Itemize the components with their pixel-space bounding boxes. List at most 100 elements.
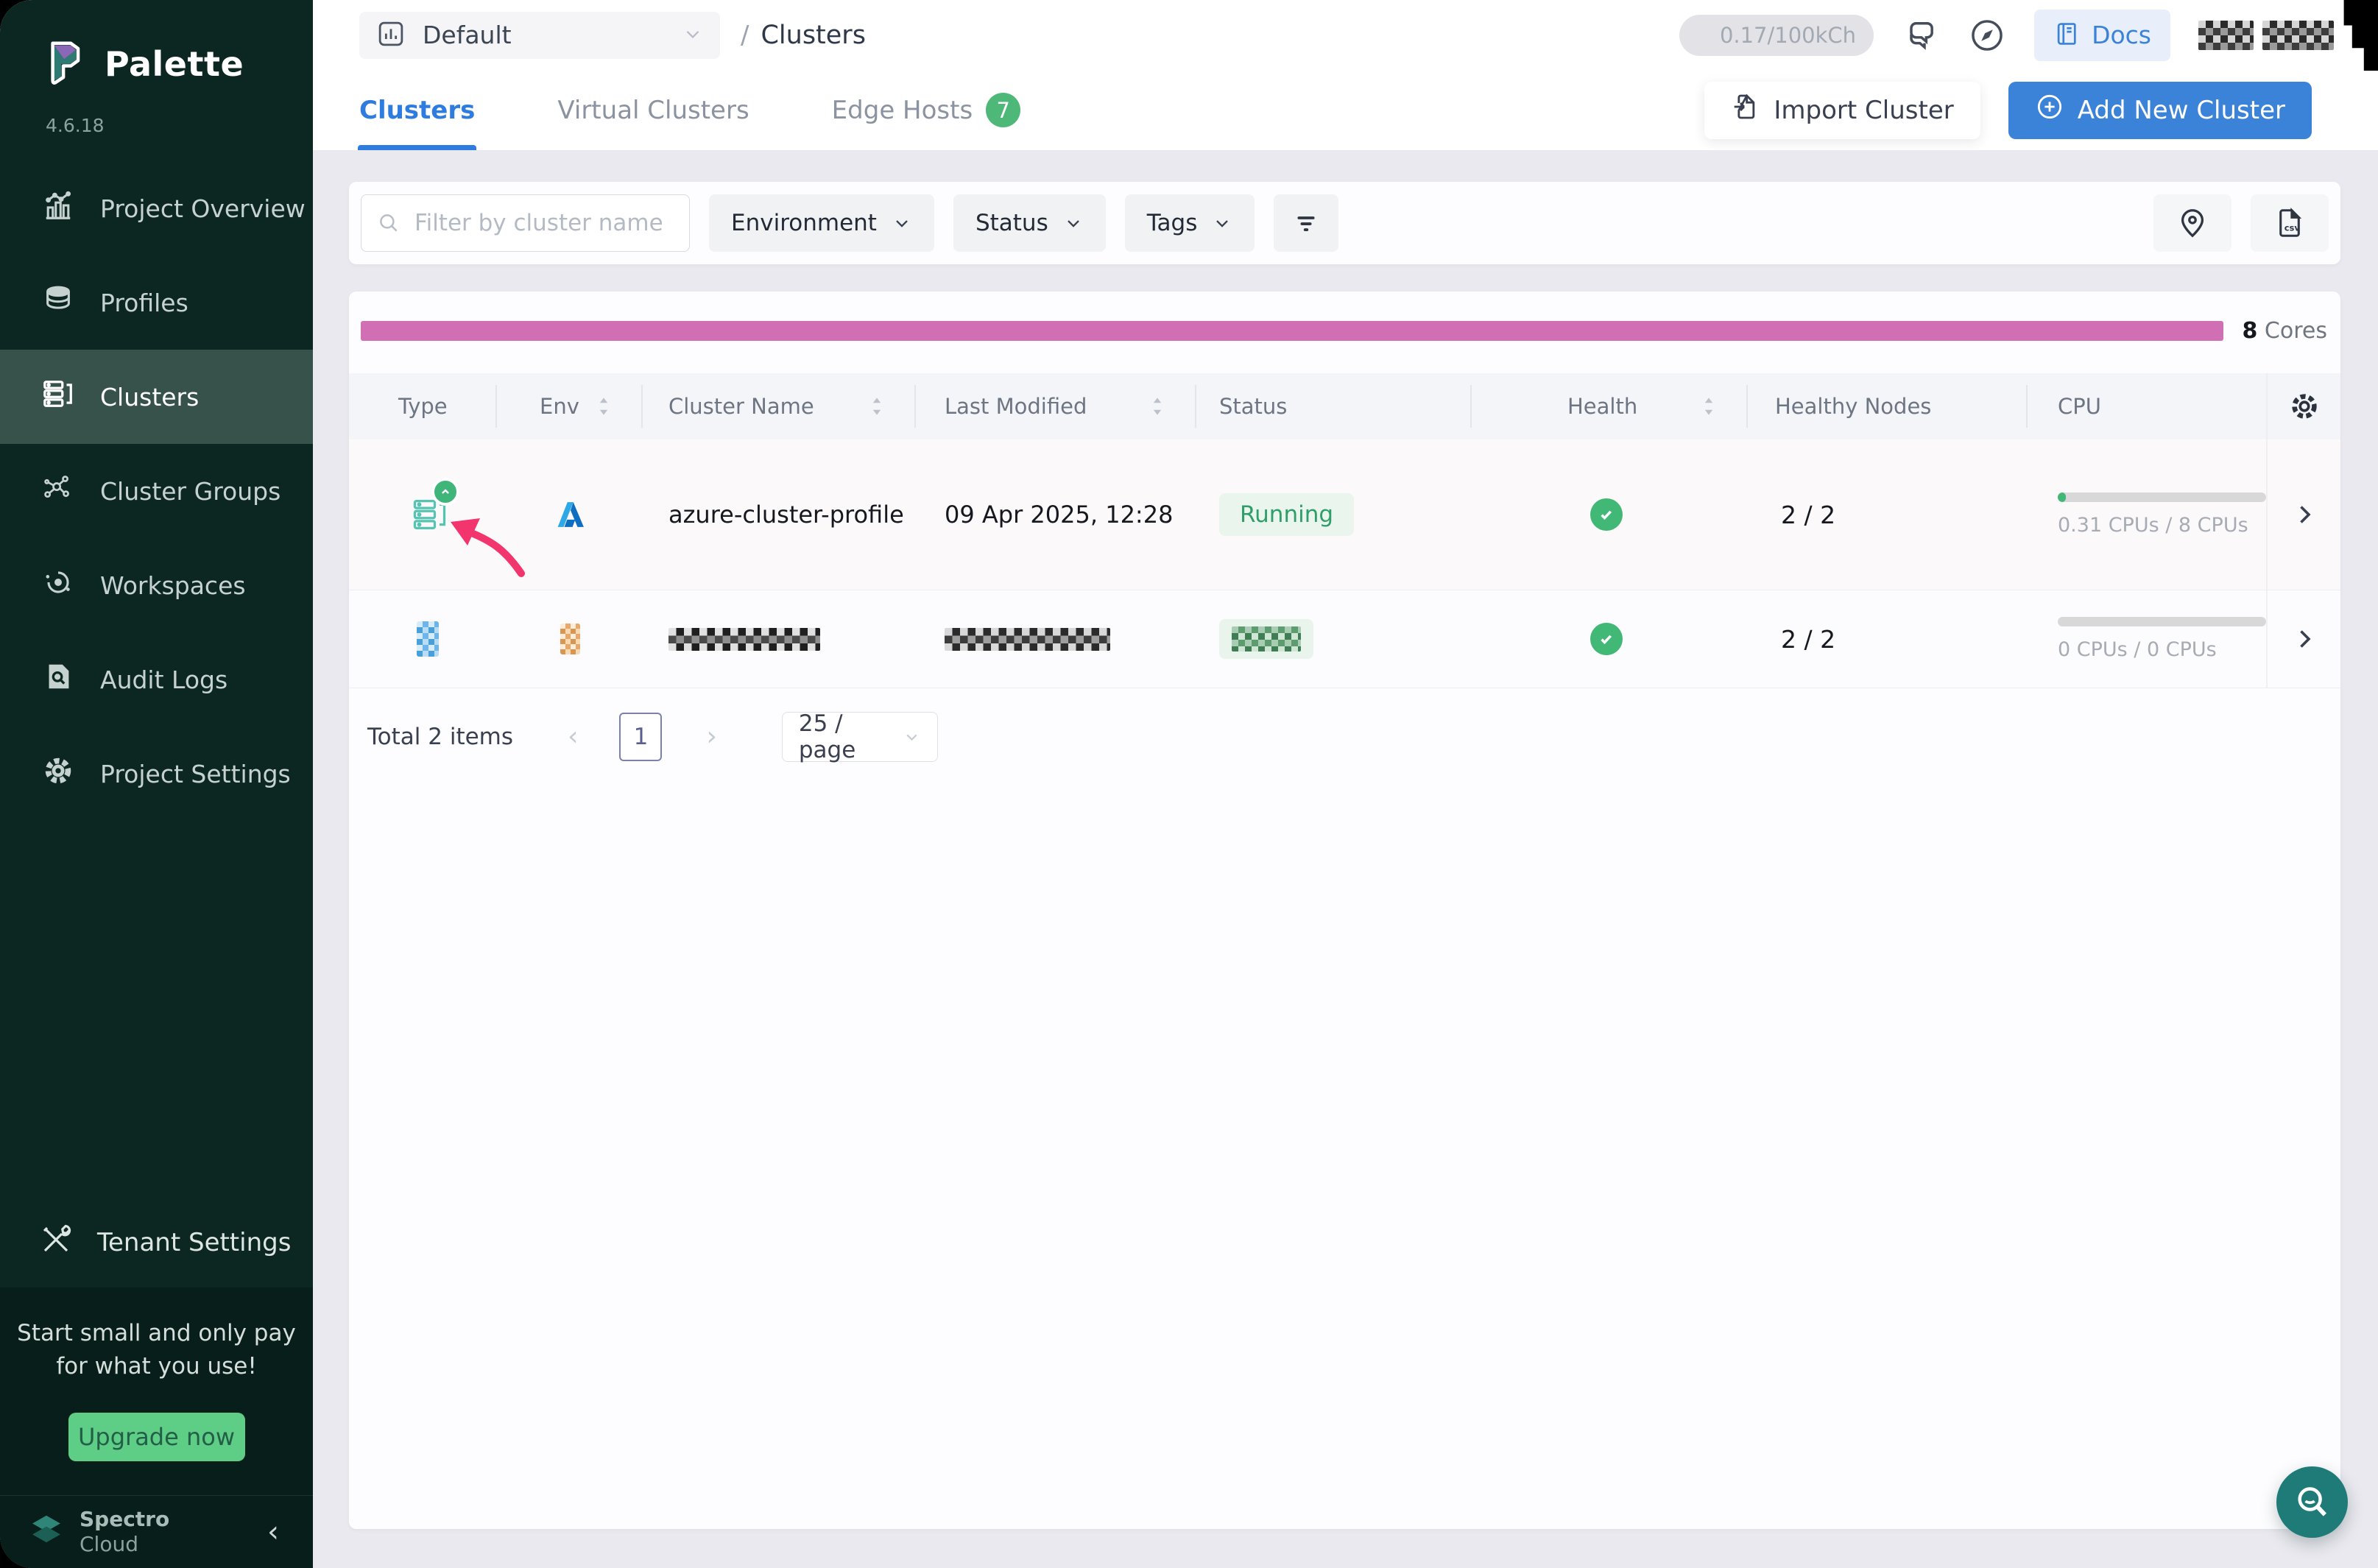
cpu-usage-text: 0.31 CPUs / 8 CPUs — [2058, 514, 2248, 537]
column-settings-cell — [2266, 373, 2340, 439]
cell-type — [349, 439, 497, 590]
export-csv-button[interactable]: csv — [2251, 194, 2329, 252]
table-row[interactable]: azure-cluster-profile 09 Apr 2025, 12:28… — [349, 439, 2340, 590]
table-header: Type Env Cluster Name Last Modified Stat… — [349, 373, 2340, 439]
user-name-redacted[interactable] — [2198, 21, 2334, 50]
filter-sort-icon — [1291, 208, 1322, 239]
sidebar-item-profiles[interactable]: Profiles — [0, 255, 313, 350]
layers-icon — [41, 283, 75, 322]
import-cluster-button[interactable]: Import Cluster — [1704, 82, 1980, 139]
sort-icon[interactable] — [869, 395, 885, 417]
cell-healthy-nodes: 2 / 2 — [1748, 439, 2028, 590]
sidebar-item-cluster-groups[interactable]: Cluster Groups — [0, 444, 313, 538]
tab-clusters[interactable]: Clusters — [359, 70, 475, 150]
sidebar-item-project-settings[interactable]: Project Settings — [0, 727, 313, 821]
col-health[interactable]: Health — [1472, 373, 1748, 439]
project-selector[interactable]: Default — [359, 12, 720, 59]
docs-button[interactable]: Docs — [2034, 10, 2170, 61]
sidebar-item-clusters[interactable]: Clusters — [0, 350, 313, 444]
col-last-modified[interactable]: Last Modified — [916, 373, 1196, 439]
pagination-next-icon[interactable]: › — [706, 724, 716, 750]
sidebar-item-project-overview[interactable]: Project Overview — [0, 161, 313, 255]
cell-cluster-name[interactable]: azure-cluster-profile — [643, 439, 916, 590]
sidebar-item-workspaces[interactable]: Workspaces — [0, 538, 313, 632]
breadcrumb: / Clusters — [741, 21, 866, 50]
row-expand-button[interactable] — [2266, 439, 2340, 590]
sidebar-item-label: Project Overview — [100, 194, 306, 223]
tags-filter[interactable]: Tags — [1125, 194, 1255, 252]
upgrade-line2: for what you use! — [15, 1350, 298, 1383]
app-name: Palette — [105, 44, 244, 84]
location-pin-icon — [2176, 206, 2209, 240]
col-env[interactable]: Env — [497, 373, 643, 439]
sort-icon[interactable] — [1149, 395, 1165, 417]
search-input[interactable] — [413, 209, 674, 237]
collapse-sidebar-icon[interactable]: ‹ — [267, 1517, 279, 1547]
table-row[interactable]: 2 / 2 0 CPUs / 0 CPUs — [349, 590, 2340, 688]
clusters-table-card: 8 Cores Type Env Cluster Name Last — [349, 292, 2340, 1529]
docs-label: Docs — [2092, 21, 2151, 49]
main-area: Default / Clusters 0.17/100kCh — [313, 0, 2378, 1568]
compass-icon[interactable] — [1968, 16, 2006, 54]
col-healthy-nodes[interactable]: Healthy Nodes — [1748, 373, 2028, 439]
pagination: Total 2 items ‹ 1 › 25 / page — [349, 688, 2340, 785]
col-type[interactable]: Type — [349, 373, 497, 439]
sidebar-item-label: Profiles — [100, 289, 188, 317]
sort-icon[interactable] — [1701, 395, 1717, 417]
cell-healthy-nodes: 2 / 2 — [1748, 590, 2028, 688]
bar-chart-icon — [41, 188, 75, 228]
col-status[interactable]: Status — [1196, 373, 1472, 439]
cores-label: 8 Cores — [2243, 318, 2328, 344]
sidebar-nav: Project Overview Profiles Cluste — [0, 161, 313, 821]
cell-health — [1472, 439, 1748, 590]
redacted-type-icon — [417, 621, 439, 657]
cores-usage-bar — [361, 321, 2223, 341]
sidebar-bottom: Tenant Settings Start small and only pay… — [0, 1198, 313, 1568]
azure-logo-icon — [556, 500, 585, 529]
chat-icon[interactable] — [1902, 16, 1940, 54]
sidebar-item-label: Clusters — [100, 383, 199, 412]
sort-icon[interactable] — [596, 395, 612, 417]
upgrade-now-button[interactable]: Upgrade now — [68, 1413, 245, 1461]
redacted-block — [2198, 21, 2254, 50]
usage-meter: 0.17/100kCh — [1679, 15, 1874, 56]
filter-bar: Environment Status Tags — [349, 182, 2340, 264]
sidebar-item-audit-logs[interactable]: Audit Logs — [0, 632, 313, 727]
pagination-page-1[interactable]: 1 — [619, 713, 662, 761]
import-icon — [1731, 92, 1760, 128]
cpu-usage-bar — [2058, 492, 2266, 502]
topbar: Default / Clusters 0.17/100kCh — [313, 0, 2378, 70]
chevron-right-icon — [2291, 626, 2318, 652]
environment-filter[interactable]: Environment — [709, 194, 934, 252]
add-new-cluster-button[interactable]: Add New Cluster — [2008, 82, 2312, 139]
servers-icon — [41, 377, 75, 417]
upgrade-line1: Start small and only pay — [15, 1317, 298, 1350]
plus-circle-icon — [2035, 92, 2064, 128]
search-fab-button[interactable] — [2276, 1466, 2348, 1538]
annotation-arrow-icon — [439, 504, 527, 578]
palette-logo-icon — [43, 38, 85, 90]
content: Environment Status Tags — [313, 150, 2378, 1568]
csv-file-icon: csv — [2273, 206, 2307, 240]
chevron-down-icon — [903, 727, 921, 746]
tab-edge-hosts[interactable]: Edge Hosts 7 — [832, 70, 1021, 150]
map-view-button[interactable] — [2153, 194, 2231, 252]
tab-virtual-clusters[interactable]: Virtual Clusters — [557, 70, 749, 150]
cell-env — [497, 590, 643, 688]
advanced-filter-button[interactable] — [1274, 194, 1338, 252]
col-cluster-name[interactable]: Cluster Name — [643, 373, 916, 439]
table-settings-gear-icon[interactable] — [2287, 389, 2321, 423]
row-expand-button[interactable] — [2266, 590, 2340, 688]
page-title: Clusters — [761, 21, 865, 50]
app-window: Palette 4.6.18 Project Overview Profiles — [0, 0, 2378, 1568]
cell-last-modified: 09 Apr 2025, 12:28 — [916, 439, 1196, 590]
chevron-down-icon — [1212, 213, 1232, 233]
tenant-settings-label: Tenant Settings — [97, 1228, 291, 1257]
upgrade-available-badge — [431, 478, 459, 506]
col-cpu[interactable]: CPU — [2028, 373, 2266, 439]
book-icon — [2053, 20, 2081, 51]
sidebar-item-tenant-settings[interactable]: Tenant Settings — [0, 1198, 313, 1288]
page-size-select[interactable]: 25 / page — [782, 712, 938, 762]
pagination-prev-icon[interactable]: ‹ — [568, 724, 578, 750]
status-filter[interactable]: Status — [953, 194, 1106, 252]
